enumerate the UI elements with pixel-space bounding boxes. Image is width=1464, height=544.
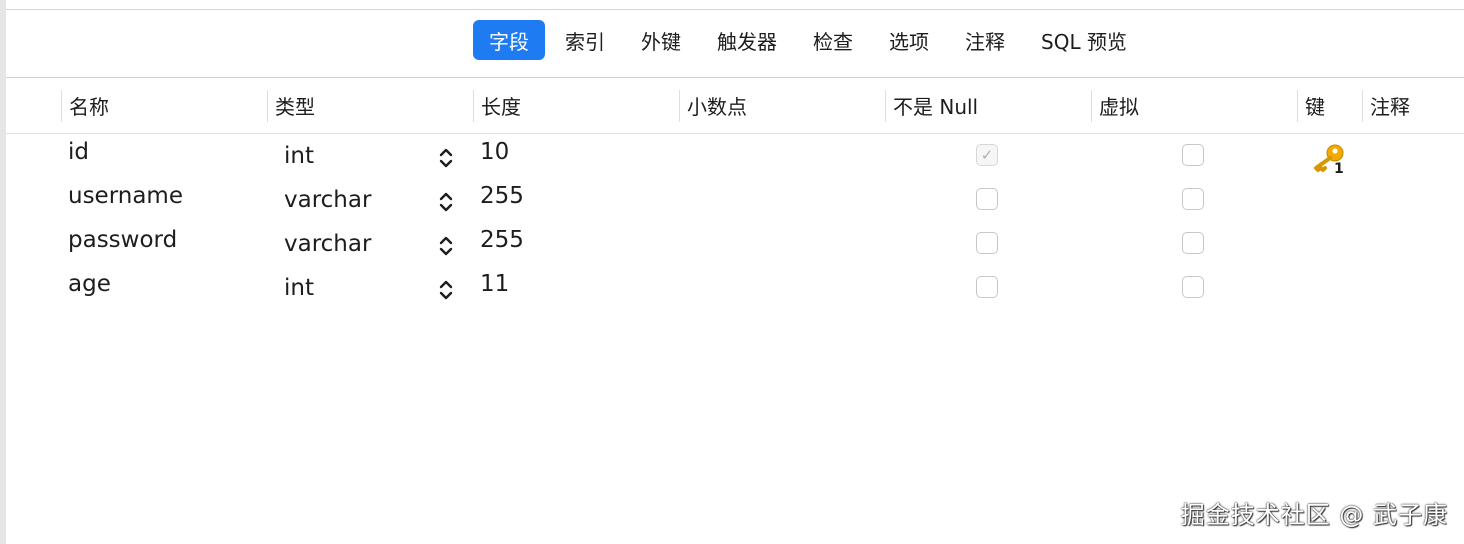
up-down-stepper-icon[interactable] [436,278,456,302]
fields-table: id int 10 ✓ 1 username varchar 255 passw… [0,134,1464,310]
column-header-row: 名称 类型 长度 小数点 不是 Null 虚拟 键 注释 [6,78,1464,133]
field-length-cell[interactable]: 255 [480,218,524,262]
up-down-stepper-icon[interactable] [436,190,456,214]
not-null-checkbox[interactable]: ✓ [976,144,998,166]
toolbar-divider [6,9,1464,10]
field-length-cell[interactable]: 11 [480,262,509,306]
field-name-cell[interactable]: password [68,218,177,262]
virtual-checkbox[interactable] [1182,232,1204,254]
field-name-cell[interactable]: age [68,262,111,306]
virtual-checkbox[interactable] [1182,144,1204,166]
tab-triggers[interactable]: 触发器 [701,20,793,60]
table-row[interactable]: password varchar 255 [0,222,1464,266]
tab-options[interactable]: 选项 [873,20,945,60]
tab-checks[interactable]: 检查 [797,20,869,60]
up-down-stepper-icon[interactable] [436,146,456,170]
field-length-cell[interactable]: 10 [480,130,509,174]
column-header-name[interactable]: 名称 [62,78,267,133]
tab-comments[interactable]: 注释 [949,20,1021,60]
field-type-cell[interactable]: int [284,134,314,178]
tab-indexes[interactable]: 索引 [549,20,621,60]
key-sequence-number: 1 [1334,161,1344,174]
table-row[interactable]: id int 10 ✓ 1 [0,134,1464,178]
virtual-checkbox[interactable] [1182,188,1204,210]
field-type-cell[interactable]: varchar [284,222,371,266]
not-null-checkbox[interactable] [976,188,998,210]
field-type-cell[interactable]: int [284,266,314,310]
tab-sql-preview[interactable]: SQL 预览 [1025,20,1143,60]
column-header-decimals[interactable]: 小数点 [680,78,885,133]
table-row[interactable]: username varchar 255 [0,178,1464,222]
field-name-cell[interactable]: id [68,130,89,174]
column-header-type[interactable]: 类型 [268,78,473,133]
field-name-cell[interactable]: username [68,174,183,218]
column-header-virtual[interactable]: 虚拟 [1092,78,1297,133]
key-icon: 1 [1314,144,1344,174]
not-null-checkbox[interactable] [976,232,998,254]
watermark: 掘金技术社区 @ 武子康 [1180,501,1448,529]
column-header-length[interactable]: 长度 [474,78,679,133]
checkmark-icon: ✓ [980,145,994,164]
column-header-comment[interactable]: 注释 [1363,78,1463,133]
up-down-stepper-icon[interactable] [436,234,456,258]
virtual-checkbox[interactable] [1182,276,1204,298]
tab-bar: 字段 索引 外键 触发器 检查 选项 注释 SQL 预览 [473,20,1147,60]
table-row[interactable]: age int 11 [0,266,1464,310]
tab-fields[interactable]: 字段 [473,20,545,60]
field-length-cell[interactable]: 255 [480,174,524,218]
tab-foreign-keys[interactable]: 外键 [625,20,697,60]
field-type-cell[interactable]: varchar [284,178,371,222]
column-header-key[interactable]: 键 [1298,78,1362,133]
column-header-not-null[interactable]: 不是 Null [886,78,1091,133]
not-null-checkbox[interactable] [976,276,998,298]
